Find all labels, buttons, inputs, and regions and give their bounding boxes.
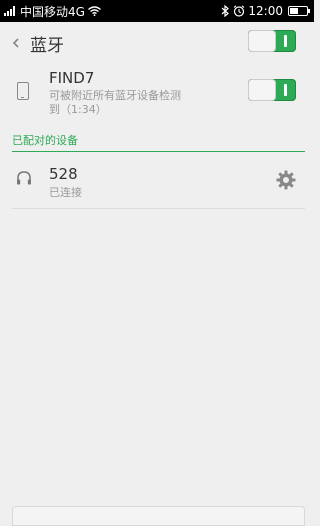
visibility-line-2: 到（1:34）: [49, 103, 107, 116]
bottom-panel-edge: [12, 506, 305, 526]
phone-icon: [17, 82, 29, 100]
battery-icon: [288, 6, 310, 16]
bluetooth-icon: [222, 5, 230, 17]
carrier-label: 中国移动4G: [20, 4, 85, 19]
visibility-description: 可被附近所有蓝牙设备检测 到（1:34）: [49, 89, 199, 117]
clock: 12:00: [248, 4, 283, 18]
status-bar: 中国移动4G 12:00: [0, 0, 314, 22]
paired-device-row[interactable]: 528 已连接: [0, 152, 314, 208]
bluetooth-toggle[interactable]: [248, 30, 296, 52]
toggle-on-mark: [284, 35, 287, 47]
paired-device-status: 已连接: [49, 186, 82, 199]
chevron-left-icon[interactable]: [12, 38, 20, 48]
headphones-icon: [17, 171, 31, 185]
signal-icon: [4, 6, 15, 16]
toggle-knob: [249, 31, 275, 51]
alarm-icon: [234, 5, 245, 17]
wifi-icon: [87, 6, 101, 16]
toggle-knob: [249, 80, 275, 100]
toggle-on-mark: [284, 84, 287, 96]
status-bar-right: 12:00: [221, 4, 310, 18]
status-bar-left: 中国移动4G: [4, 3, 101, 20]
paired-devices-header: 已配对的设备: [12, 134, 78, 147]
device-name: FIND7: [49, 69, 95, 87]
visibility-line-1: 可被附近所有蓝牙设备检测: [49, 89, 181, 102]
page-title: 蓝牙: [30, 35, 64, 56]
paired-device-name: 528: [49, 165, 78, 183]
visibility-toggle[interactable]: [248, 79, 296, 101]
row-divider: [12, 208, 305, 209]
gear-icon[interactable]: [276, 170, 296, 190]
